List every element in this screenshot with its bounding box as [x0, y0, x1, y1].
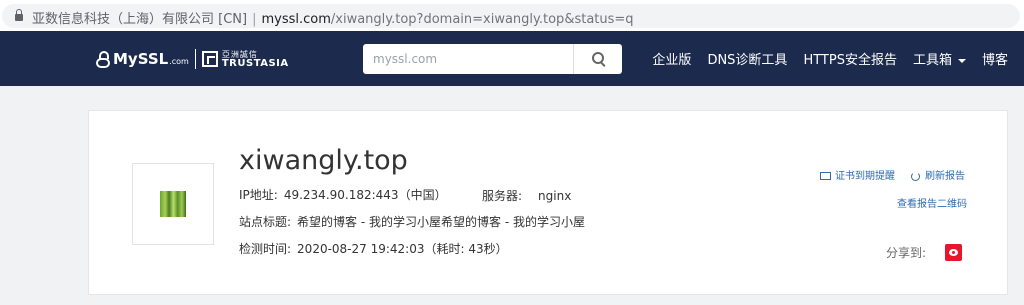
url-text[interactable]: 亚数信息科技（上海）有限公司 [CN] | myssl.com/xiwangly.t… — [32, 11, 634, 28]
check-time-row: 检测时间: 2020-08-27 19:42:03（耗时: 43秒） — [239, 240, 508, 257]
logo-suffix: .com — [169, 56, 189, 66]
nav-dns-tool[interactable]: DNS诊断工具 — [707, 49, 787, 68]
share-label: 分享到: — [886, 246, 927, 260]
server-value: nginx — [538, 189, 572, 203]
site-logo[interactable]: MySSL .com 亞洲誠信 TRUSTASIA — [96, 48, 289, 70]
lock-icon[interactable] — [15, 9, 23, 21]
nav-toolbox[interactable]: 工具箱 — [913, 49, 966, 68]
search-button[interactable] — [573, 44, 622, 74]
check-time-label: 检测时间: — [239, 242, 292, 256]
logo-divider — [194, 49, 196, 69]
cert-reminder-link[interactable]: 证书到期提醒 — [820, 167, 895, 182]
cert-reminder-label: 证书到期提醒 — [835, 171, 895, 182]
ip-label: IP地址: — [239, 188, 278, 202]
padlock-logo-icon — [96, 50, 110, 68]
nav-https-report[interactable]: HTTPS安全报告 — [803, 49, 897, 68]
url-separator: | — [252, 12, 257, 27]
logo-text: MySSL — [113, 50, 169, 68]
report-domain-title: xiwangly.top — [239, 145, 408, 176]
trustasia-en: TRUSTASIA — [221, 58, 289, 69]
url-domain: myssl.com — [261, 12, 331, 27]
refresh-report-label: 刷新报告 — [925, 171, 965, 182]
site-title-row: 站点标题: 希望的博客 - 我的学习小屋希望的博客 - 我的学习小屋 — [239, 213, 585, 230]
refresh-icon — [911, 171, 920, 181]
report-qr-link[interactable]: 查看报告二维码 — [897, 195, 967, 210]
browser-address-bar[interactable]: 亚数信息科技（上海）有限公司 [CN] | myssl.com/xiwangly.t… — [0, 0, 1024, 31]
top-navbar: MySSL .com 亞洲誠信 TRUSTASIA 企业版 DNS诊断工具 HT… — [0, 31, 1024, 86]
server-row: 服务器: nginx — [482, 187, 571, 204]
site-thumbnail — [132, 163, 214, 245]
site-favicon-image — [160, 191, 186, 217]
report-card: xiwangly.top IP地址: 49.234.90.182:443（中国） … — [88, 110, 1008, 295]
search-icon — [592, 52, 604, 64]
check-time-value: 2020-08-27 19:42:03（耗时: 43秒） — [297, 242, 508, 256]
weibo-share-icon[interactable] — [945, 244, 962, 261]
nav-menu: 企业版 DNS诊断工具 HTTPS安全报告 工具箱 博客 — [636, 31, 1008, 86]
url-field[interactable]: 亚数信息科技（上海）有限公司 [CN] | myssl.com/xiwangly.t… — [2, 4, 1020, 28]
trustasia-logo-icon — [201, 51, 218, 67]
nav-enterprise[interactable]: 企业版 — [652, 49, 691, 68]
ip-row: IP地址: 49.234.90.182:443（中国） — [239, 186, 447, 203]
refresh-report-link[interactable]: 刷新报告 — [911, 167, 965, 182]
nav-blog[interactable]: 博客 — [982, 49, 1008, 68]
search-box — [363, 44, 622, 74]
trustasia-logo: 亞洲誠信 TRUSTASIA — [221, 50, 289, 69]
server-label: 服务器: — [482, 189, 523, 203]
mail-icon — [820, 172, 831, 180]
ip-value: 49.234.90.182:443（中国） — [283, 188, 447, 202]
site-title-value: 希望的博客 - 我的学习小屋希望的博客 - 我的学习小屋 — [297, 215, 585, 229]
nav-toolbox-label: 工具箱 — [912, 53, 952, 68]
cert-organization: 亚数信息科技（上海）有限公司 [CN] — [32, 12, 248, 27]
search-input[interactable] — [363, 44, 573, 74]
url-path: /xiwangly.top?domain=xiwangly.top&status… — [330, 12, 634, 27]
chevron-down-icon — [957, 58, 966, 63]
site-title-label: 站点标题: — [239, 215, 292, 229]
